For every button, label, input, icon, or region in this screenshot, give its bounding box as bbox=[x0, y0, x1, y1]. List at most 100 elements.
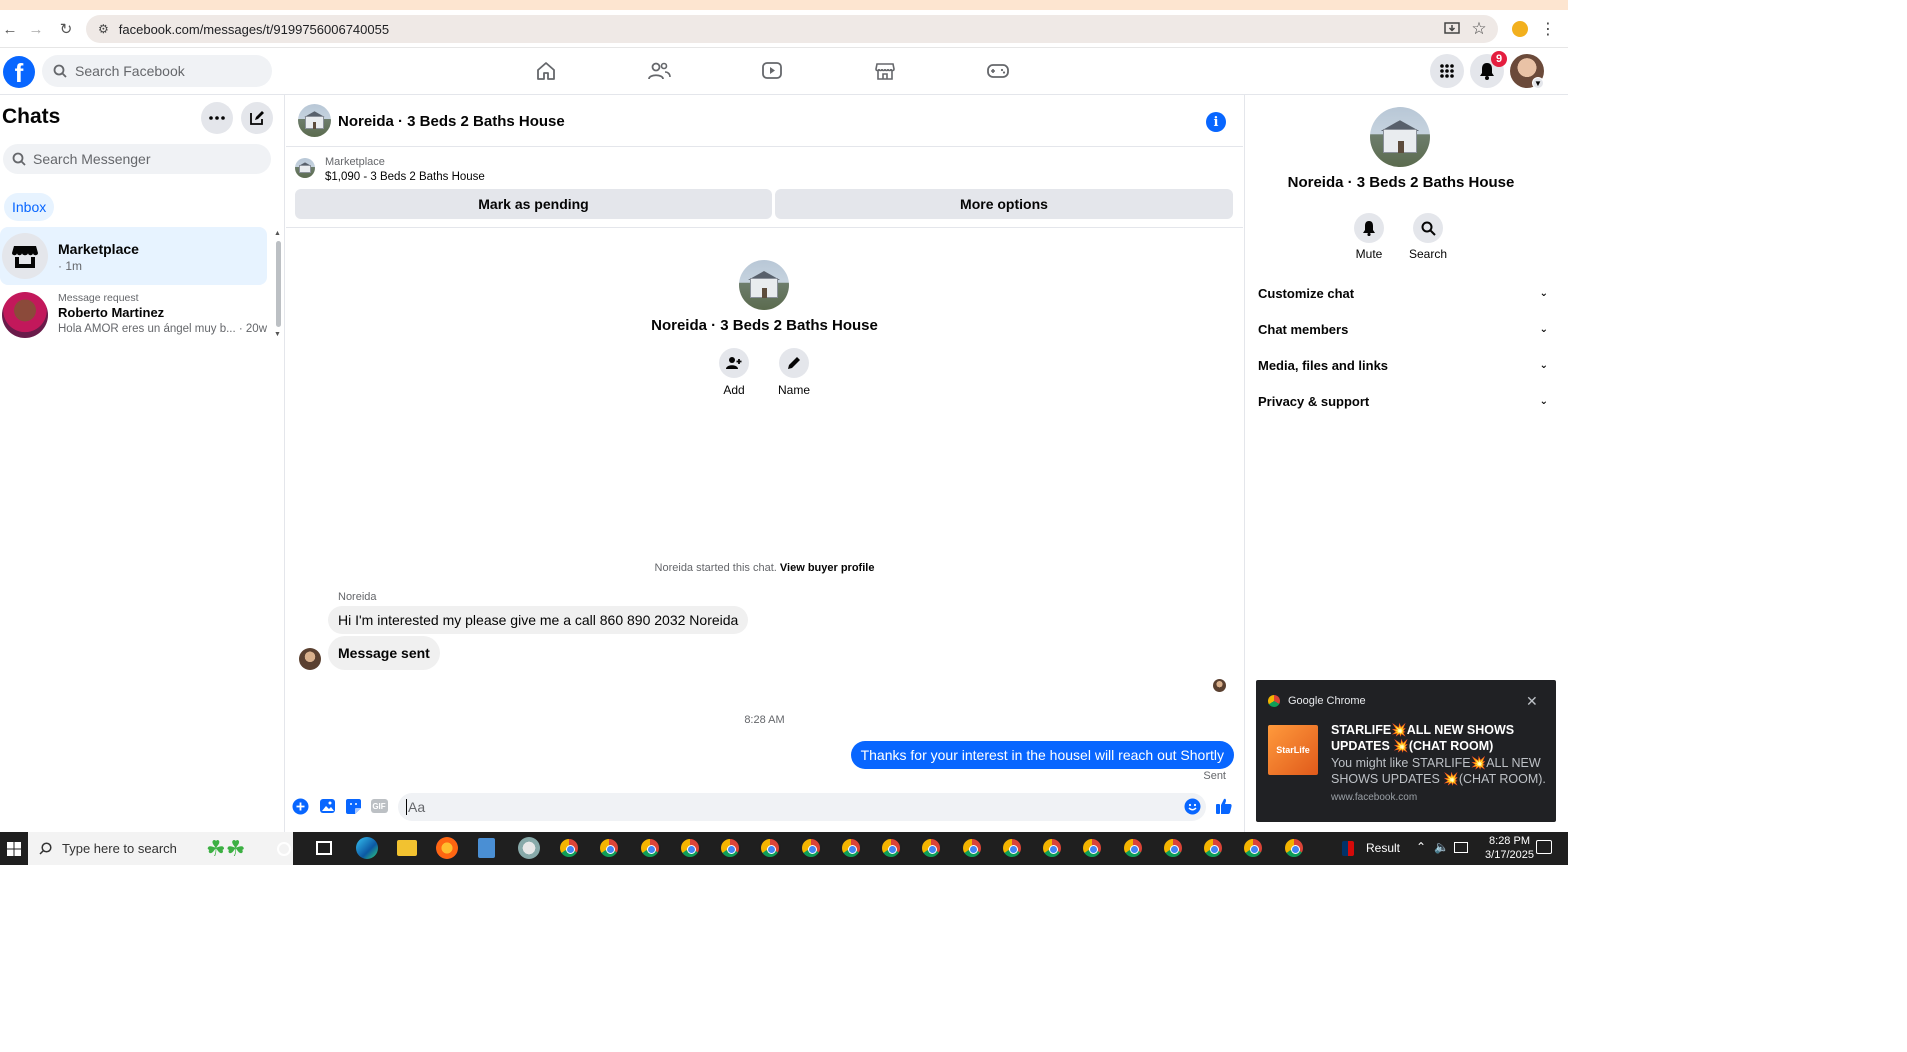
chrome-icon[interactable] bbox=[1202, 837, 1224, 859]
new-message-icon[interactable] bbox=[241, 102, 273, 134]
listing-thumbnail[interactable] bbox=[295, 158, 315, 178]
chrome-icon[interactable] bbox=[1081, 837, 1103, 859]
menu-grid-icon[interactable] bbox=[1430, 54, 1464, 88]
plus-circle-icon[interactable] bbox=[290, 796, 310, 816]
message-input[interactable]: Aa bbox=[398, 793, 1206, 821]
shamrock-icon: ☘☘ bbox=[206, 836, 246, 861]
account-chevron-down-icon[interactable]: ▼ bbox=[1532, 77, 1544, 89]
outgoing-message[interactable]: Thanks for your interest in the housel w… bbox=[850, 741, 1234, 769]
url-bar[interactable]: ⚙ facebook.com/messages/t/91997560067400… bbox=[86, 15, 1498, 43]
gif-icon[interactable]: GIF bbox=[369, 796, 389, 816]
more-options-icon[interactable] bbox=[201, 102, 233, 134]
tray-chevron-up-icon[interactable]: ⌃ bbox=[1416, 840, 1426, 854]
scrollbar-thumb[interactable] bbox=[276, 241, 281, 327]
chrome-icon[interactable] bbox=[1122, 837, 1144, 859]
edit-name-pencil-icon[interactable] bbox=[779, 348, 809, 378]
chevron-down-icon: ⌄ bbox=[1539, 395, 1548, 407]
incoming-message[interactable]: Message sent bbox=[328, 636, 440, 670]
scroll-up-icon[interactable]: ▲ bbox=[274, 230, 281, 237]
more-options-button[interactable]: More options bbox=[775, 189, 1233, 219]
windows-start-icon[interactable] bbox=[0, 832, 28, 865]
tab-inbox[interactable]: Inbox bbox=[4, 193, 55, 221]
chrome-icon[interactable] bbox=[880, 837, 902, 859]
chrome-icon[interactable] bbox=[1162, 837, 1184, 859]
conversation-title[interactable]: Noreida · 3 Beds 2 Baths House bbox=[338, 113, 565, 130]
chrome-icon[interactable] bbox=[1041, 837, 1063, 859]
chrome-icon[interactable] bbox=[558, 837, 580, 859]
details-avatar[interactable] bbox=[1370, 107, 1430, 167]
file-explorer-icon[interactable] bbox=[397, 840, 417, 856]
chrome-icon[interactable] bbox=[840, 837, 862, 859]
mute-bell-icon[interactable] bbox=[1354, 213, 1384, 243]
gaming-icon[interactable] bbox=[985, 58, 1011, 84]
chat-list-scrollbar[interactable]: ▲ ▼ bbox=[274, 230, 282, 340]
forward-arrow-icon[interactable]: → bbox=[26, 19, 46, 39]
browser-menu-icon[interactable]: ⋮ bbox=[1538, 19, 1558, 39]
section-chat-members[interactable]: Chat members ⌄ bbox=[1258, 317, 1548, 341]
chrome-icon[interactable] bbox=[679, 837, 701, 859]
marketplace-icon[interactable] bbox=[872, 58, 898, 84]
site-info-icon[interactable]: ⚙ bbox=[98, 22, 109, 36]
bookmark-star-icon[interactable]: ☆ bbox=[1469, 19, 1489, 39]
sender-avatar[interactable] bbox=[299, 648, 321, 670]
chrome-icon[interactable] bbox=[1001, 837, 1023, 859]
info-icon[interactable]: i bbox=[1206, 112, 1226, 132]
conversation-header: Noreida · 3 Beds 2 Baths House i bbox=[286, 95, 1243, 147]
app-icon[interactable] bbox=[518, 837, 540, 859]
chrome-icon[interactable] bbox=[920, 837, 942, 859]
chat-list-item-roberto[interactable]: Message request Roberto Martinez Hola AM… bbox=[0, 287, 267, 345]
firefox-icon[interactable] bbox=[436, 837, 458, 859]
edge-icon[interactable] bbox=[356, 837, 378, 859]
taskbar-clock[interactable]: 8:28 PM 3/17/2025 bbox=[1477, 834, 1542, 862]
thumbs-up-icon[interactable] bbox=[1214, 796, 1234, 816]
section-media-files-links[interactable]: Media, files and links ⌄ bbox=[1258, 353, 1548, 377]
chrome-icon[interactable] bbox=[961, 837, 983, 859]
facebook-logo[interactable]: f bbox=[3, 56, 35, 88]
section-label: Privacy & support bbox=[1258, 393, 1370, 409]
chrome-icon[interactable] bbox=[1242, 837, 1264, 859]
cortana-icon[interactable] bbox=[277, 842, 291, 856]
back-arrow-icon[interactable]: ← bbox=[0, 19, 20, 39]
nba-widget-icon[interactable] bbox=[1342, 841, 1354, 856]
chrome-icon[interactable] bbox=[598, 837, 620, 859]
incoming-message[interactable]: Hi I'm interested my please give me a ca… bbox=[328, 606, 749, 634]
search-icon[interactable] bbox=[1413, 213, 1443, 243]
chat-list-item-marketplace[interactable]: Marketplace · 1m bbox=[0, 227, 267, 285]
mark-as-pending-button[interactable]: Mark as pending bbox=[295, 189, 772, 219]
add-person-icon[interactable] bbox=[719, 348, 749, 378]
volume-icon[interactable]: 🔈 bbox=[1434, 840, 1449, 854]
widget-result-text[interactable]: Result bbox=[1366, 841, 1400, 855]
section-customize-chat[interactable]: Customize chat ⌄ bbox=[1258, 281, 1548, 305]
network-icon[interactable] bbox=[1454, 842, 1468, 853]
notepad-icon[interactable] bbox=[478, 838, 495, 858]
url-text: facebook.com/messages/t/9199756006740055 bbox=[118, 21, 390, 37]
watch-video-icon[interactable] bbox=[759, 58, 785, 84]
action-center-icon[interactable] bbox=[1536, 840, 1552, 854]
house-avatar[interactable] bbox=[298, 104, 331, 137]
chrome-icon[interactable] bbox=[639, 837, 661, 859]
listing-title[interactable]: $1,090 - 3 Beds 2 Baths House bbox=[325, 171, 485, 183]
scroll-down-icon[interactable]: ▼ bbox=[274, 331, 281, 338]
messenger-search-input[interactable]: Search Messenger bbox=[3, 144, 271, 174]
emoji-icon[interactable] bbox=[1182, 796, 1202, 816]
taskbar-search-input[interactable]: Type here to search ☘☘ bbox=[28, 832, 293, 865]
home-icon[interactable] bbox=[533, 58, 559, 84]
facebook-search-input[interactable]: Search Facebook bbox=[42, 55, 272, 87]
view-buyer-profile-link[interactable]: View buyer profile bbox=[780, 562, 875, 574]
photo-icon[interactable] bbox=[317, 796, 337, 816]
task-view-icon[interactable] bbox=[316, 841, 332, 855]
install-app-icon[interactable] bbox=[1442, 19, 1462, 39]
close-icon[interactable]: ✕ bbox=[1526, 693, 1538, 710]
sticker-icon[interactable] bbox=[343, 796, 363, 816]
friends-icon[interactable] bbox=[646, 58, 672, 84]
profile-icon[interactable] bbox=[1510, 19, 1530, 39]
chrome-icon[interactable] bbox=[759, 837, 781, 859]
chrome-notification-toast[interactable]: Google Chrome ✕ StarLife STARLIFE💥ALL NE… bbox=[1256, 680, 1556, 822]
section-privacy-support[interactable]: Privacy & support ⌄ bbox=[1258, 389, 1548, 413]
notification-title: STARLIFE💥ALL NEW SHOWS UPDATES 💥(CHAT RO… bbox=[1331, 723, 1515, 753]
reload-icon[interactable]: ↻ bbox=[56, 19, 76, 39]
chrome-icon[interactable] bbox=[719, 837, 741, 859]
chrome-icon[interactable] bbox=[1283, 837, 1305, 859]
chrome-icon[interactable] bbox=[800, 837, 822, 859]
search-icon bbox=[39, 842, 52, 855]
